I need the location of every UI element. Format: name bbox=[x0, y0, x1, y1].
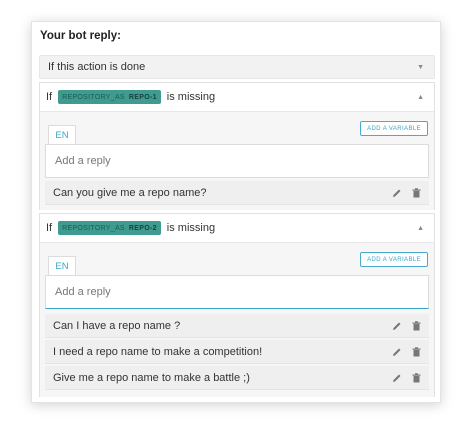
chevron-up-icon[interactable]: ▲ bbox=[417, 225, 424, 232]
reply-text: Give me a repo name to make a battle ;) bbox=[53, 371, 250, 384]
reply-input[interactable]: Add a reply bbox=[45, 144, 429, 178]
reply-panel: EN ADD A VARIABLE Add a reply Can I have… bbox=[40, 242, 434, 397]
trash-icon[interactable] bbox=[412, 346, 421, 357]
pencil-icon[interactable] bbox=[392, 373, 402, 383]
chevron-down-icon: ▼ bbox=[417, 63, 424, 71]
condition-header[interactable]: If REPOSITORY_AS REPO-1 is missing ▲ bbox=[40, 83, 434, 111]
reply-text: Can I have a repo name ? bbox=[53, 319, 181, 332]
condition-select-value: If this action is done bbox=[48, 61, 146, 73]
reply-input[interactable]: Add a reply bbox=[45, 275, 429, 309]
pill-entity: REPOSITORY_AS bbox=[62, 93, 125, 101]
condition-header[interactable]: If REPOSITORY_AS REPO-2 is missing ▲ bbox=[40, 214, 434, 242]
bot-reply-card: Your bot reply: If this action is done ▼… bbox=[31, 21, 441, 403]
entity-pill[interactable]: REPOSITORY_AS REPO-2 bbox=[58, 221, 161, 235]
missing-label: is missing bbox=[166, 91, 216, 103]
pencil-icon[interactable] bbox=[392, 188, 402, 198]
add-variable-button[interactable]: ADD A VARIABLE bbox=[360, 121, 428, 136]
trash-icon[interactable] bbox=[412, 372, 421, 383]
chevron-up-icon[interactable]: ▲ bbox=[417, 94, 424, 101]
tab-en[interactable]: EN bbox=[48, 256, 76, 276]
if-label: If bbox=[46, 222, 53, 234]
condition-select[interactable]: If this action is done ▼ bbox=[39, 55, 435, 79]
trash-icon[interactable] bbox=[412, 187, 421, 198]
reply-panel: EN ADD A VARIABLE Add a reply Can you gi… bbox=[40, 111, 434, 210]
if-label: If bbox=[46, 91, 53, 103]
tab-en[interactable]: EN bbox=[48, 125, 76, 145]
pencil-icon[interactable] bbox=[392, 347, 402, 357]
reply-text: Can you give me a repo name? bbox=[53, 186, 207, 199]
condition-block-1: If REPOSITORY_AS REPO-1 is missing ▲ EN … bbox=[39, 82, 435, 210]
reply-row: I need a repo name to make a competition… bbox=[45, 340, 429, 364]
condition-block-2: If REPOSITORY_AS REPO-2 is missing ▲ EN … bbox=[39, 213, 435, 397]
pencil-icon[interactable] bbox=[392, 321, 402, 331]
pill-value: REPO-1 bbox=[128, 93, 157, 101]
pill-value: REPO-2 bbox=[128, 224, 157, 232]
add-variable-button[interactable]: ADD A VARIABLE bbox=[360, 252, 428, 267]
reply-row: Can you give me a repo name? bbox=[45, 181, 429, 205]
reply-text: I need a repo name to make a competition… bbox=[53, 345, 263, 358]
trash-icon[interactable] bbox=[412, 320, 421, 331]
reply-row: Give me a repo name to make a battle ;) bbox=[45, 366, 429, 390]
pill-entity: REPOSITORY_AS bbox=[62, 224, 125, 232]
missing-label: is missing bbox=[166, 222, 216, 234]
entity-pill[interactable]: REPOSITORY_AS REPO-1 bbox=[58, 90, 161, 104]
reply-row: Can I have a repo name ? bbox=[45, 314, 429, 338]
card-title: Your bot reply: bbox=[40, 30, 121, 42]
